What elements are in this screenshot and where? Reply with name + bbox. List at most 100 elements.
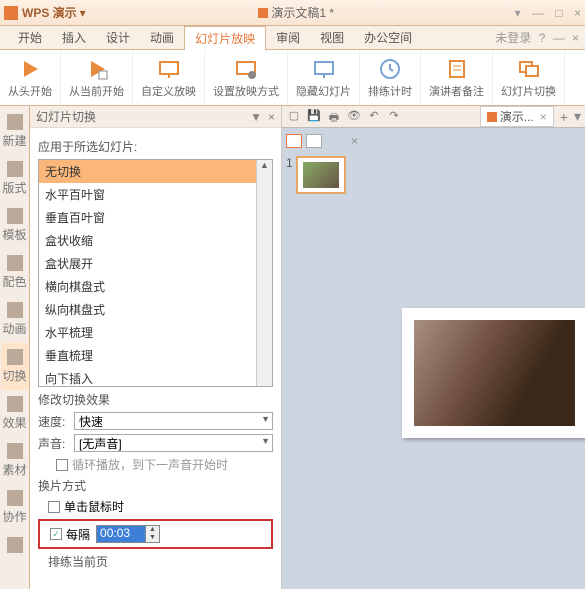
sidebar-icon [7,114,23,130]
canvas-toolbar: ▢ 💾 🖶 👁 ↶ ↷ 演示... × + ▾ [282,106,585,128]
print-icon[interactable]: 🖶 [326,109,342,125]
sidebar-icon [7,302,23,318]
menu-幻灯片放映[interactable]: 幻灯片放映 [184,26,266,50]
sidebar-item-[interactable] [1,531,29,561]
minimize-button[interactable]: — [532,6,544,20]
panel-title: 幻灯片切换 [36,108,96,125]
screen-icon [312,57,336,81]
spin-down-icon[interactable]: ▼ [146,534,159,542]
transition-option[interactable]: 向下插入 [39,367,272,387]
interval-value[interactable]: 00:03 [96,525,146,543]
doc-icon [258,8,268,18]
ribbon-从头开始[interactable]: 从头开始 [0,50,61,105]
new-icon[interactable]: ▢ [286,109,302,125]
panel-header: 幻灯片切换 ▼ × [30,106,281,128]
close-button[interactable]: × [574,6,581,20]
clock-icon [378,57,402,81]
ribbon-label: 幻灯片切换 [501,83,556,99]
transition-option[interactable]: 水平百叶窗 [39,183,272,206]
transition-listbox[interactable]: 无切换水平百叶窗垂直百叶窗盒状收缩盒状展开横向棋盘式纵向棋盘式水平梳理垂直梳理向… [38,159,273,387]
close-doc-icon[interactable]: × [572,31,579,45]
help-icon[interactable]: ? [539,31,546,45]
outline-view-icon[interactable] [306,134,322,148]
transition-option[interactable]: 水平梳理 [39,321,272,344]
document-title: 演示文稿1 * [86,4,507,21]
ribbon-演讲者备注[interactable]: 演讲者备注 [421,50,493,105]
tab-close-icon[interactable]: × [540,110,547,124]
on-click-checkbox[interactable] [48,501,60,513]
menu-办公空间[interactable]: 办公空间 [354,26,422,50]
sidebar-icon [7,537,23,553]
ribbon-设置放映方式[interactable]: 设置放映方式 [205,50,288,105]
play-cursor-icon [85,57,109,81]
slide-image[interactable] [414,320,575,426]
transition-option[interactable]: 垂直百叶窗 [39,206,272,229]
scroll-up-icon[interactable]: ▲ [257,160,272,174]
ribbon-排练计时[interactable]: 排练计时 [360,50,421,105]
transition-option[interactable]: 纵向棋盘式 [39,298,272,321]
sidebar-item-配色[interactable]: 配色 [1,249,29,296]
sidebar-label: 切换 [1,367,29,384]
sidebar-item-切换[interactable]: 切换 [1,343,29,390]
redo-icon[interactable]: ↷ [386,109,402,125]
switch-icon [517,57,541,81]
sidebar-icon [7,349,23,365]
undo-icon[interactable]: ↶ [366,109,382,125]
thumb-close-icon[interactable]: × [351,134,358,148]
sidebar-item-新建[interactable]: 新建 [1,108,29,155]
chevron-down-icon[interactable]: ▼ [261,436,270,446]
slides-view-icon[interactable] [286,134,302,148]
app-icon [4,6,18,20]
menu-设计[interactable]: 设计 [96,26,140,50]
sound-select[interactable]: [无声音]▼ [74,434,273,452]
slide-thumbnail[interactable]: 1 [286,156,358,194]
ribbon-从当前开始[interactable]: 从当前开始 [61,50,133,105]
sidebar-item-版式[interactable]: 版式 [1,155,29,202]
slide-number: 1 [286,156,293,170]
sidebar-item-素材[interactable]: 素材 [1,437,29,484]
tab-label: 演示... [500,108,534,125]
interval-spinner[interactable]: 00:03 ▲▼ [96,525,160,543]
menu-审阅[interactable]: 审阅 [266,26,310,50]
min-ribbon-icon[interactable]: — [553,31,565,45]
sidebar-item-效果[interactable]: 效果 [1,390,29,437]
sidebar-item-模板[interactable]: 模板 [1,202,29,249]
sidebar-item-协作[interactable]: 协作 [1,484,29,531]
menu-开始[interactable]: 开始 [8,26,52,50]
ribbon-隐藏幻灯片[interactable]: 隐藏幻灯片 [288,50,360,105]
preview-icon[interactable]: 👁 [346,109,362,125]
save-icon[interactable]: 💾 [306,109,322,125]
menu-动画[interactable]: 动画 [140,26,184,50]
ribbon-label: 设置放映方式 [213,83,279,99]
transition-option[interactable]: 盒状展开 [39,252,272,275]
panel-close-icon[interactable]: × [268,110,275,124]
new-tab-button[interactable]: + [560,109,568,125]
ribbon-自定义放映[interactable]: 自定义放映 [133,50,205,105]
menu-视图[interactable]: 视图 [310,26,354,50]
maximize-button[interactable]: □ [555,6,562,20]
loop-checkbox[interactable] [56,459,68,471]
transition-option[interactable]: 横向棋盘式 [39,275,272,298]
menu-bar: 开始插入设计动画幻灯片放映审阅视图办公空间 未登录 ? — × [0,26,585,50]
slide-editor[interactable] [362,128,585,589]
tab-menu-icon[interactable]: ▾ [574,108,581,125]
interval-checkbox[interactable]: ✓ [50,528,62,540]
dropdown-icon[interactable]: ▾ [515,6,521,20]
speed-select[interactable]: 快速▼ [74,412,273,430]
transition-option[interactable]: 盒状收缩 [39,229,272,252]
transition-option[interactable]: 垂直梳理 [39,344,272,367]
panel-dropdown-icon[interactable]: ▼ [250,110,262,124]
sidebar-icon [7,255,23,271]
sidebar-item-动画[interactable]: 动画 [1,296,29,343]
login-status[interactable]: 未登录 [495,31,531,45]
document-tab[interactable]: 演示... × [480,106,554,127]
chevron-down-icon[interactable]: ▼ [261,414,270,424]
slide[interactable] [402,308,585,438]
ribbon-幻灯片切换[interactable]: 幻灯片切换 [493,50,565,105]
loop-label: 循环播放，到下一声音开始时 [72,456,228,473]
transition-option[interactable]: 无切换 [39,160,272,183]
tab-doc-icon [487,112,497,122]
scrollbar[interactable]: ▲ [256,160,272,386]
spin-up-icon[interactable]: ▲ [146,526,159,534]
menu-插入[interactable]: 插入 [52,26,96,50]
